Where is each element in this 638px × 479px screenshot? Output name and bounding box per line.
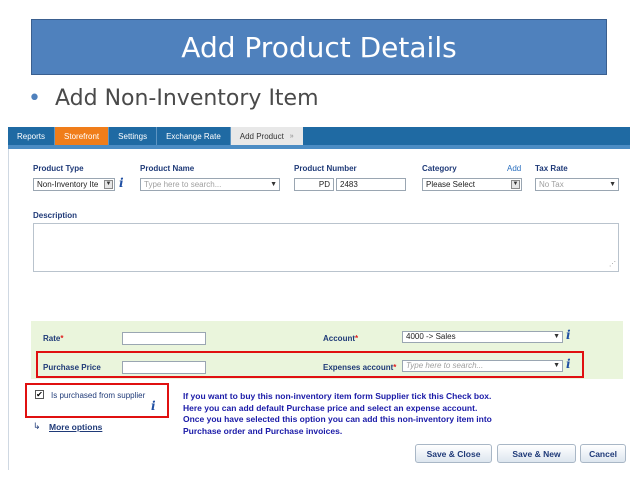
account-value: 4000 -> Sales <box>406 332 456 341</box>
tax-rate-select[interactable]: No Tax ▼ <box>535 178 619 191</box>
tab-reports[interactable]: Reports <box>8 127 56 145</box>
tab-label: Exchange Rate <box>166 131 221 141</box>
description-label: Description <box>33 211 78 220</box>
tab-close-icon[interactable]: » <box>290 133 294 140</box>
tab-settings[interactable]: Settings <box>109 127 158 145</box>
account-info-icon[interactable]: i <box>566 328 571 342</box>
bullet-text: Add Non-Inventory Item <box>54 86 319 111</box>
rate-label: Rate* <box>43 334 64 343</box>
tab-label: Storefront <box>64 131 100 141</box>
product-number-label: Product Number <box>294 164 357 173</box>
dropdown-arrow-icon[interactable]: ▼ <box>104 180 113 189</box>
tab-label: Settings <box>118 131 148 141</box>
purchase-price-label: Purchase Price <box>43 363 101 372</box>
expenses-account-input[interactable]: Type here to search... ▼ <box>402 360 563 372</box>
category-label: Category <box>422 164 457 173</box>
purchased-checkbox[interactable]: ✔ <box>35 390 44 399</box>
purchased-info-icon[interactable]: i <box>151 399 156 413</box>
product-number-prefix: PD <box>294 178 334 191</box>
tab-label: Reports <box>17 131 46 141</box>
dropdown-arrow-icon[interactable]: ▼ <box>553 361 560 371</box>
account-select[interactable]: 4000 -> Sales ▼ <box>402 331 563 343</box>
info-note: If you want to buy this non-inventory it… <box>183 391 563 437</box>
tab-exchange-rate[interactable]: Exchange Rate <box>157 127 231 145</box>
rate-input[interactable] <box>122 332 206 345</box>
add-product-form: Product Type Product Name Product Number… <box>8 149 631 470</box>
slide-bullet: • Add Non-Inventory Item <box>28 86 319 111</box>
more-options-arrow-icon: ↳ <box>33 421 41 431</box>
purchase-price-input[interactable] <box>122 361 206 374</box>
tab-label: Add Product <box>239 131 284 141</box>
product-type-label: Product Type <box>33 164 84 173</box>
dropdown-arrow-icon[interactable]: ▼ <box>511 180 520 189</box>
tab-storefront[interactable]: Storefront <box>55 127 110 145</box>
tab-bar: Reports Storefront Settings Exchange Rat… <box>8 127 630 145</box>
tax-rate-label: Tax Rate <box>535 164 568 173</box>
purchased-checkbox-label: Is purchased from supplier <box>51 391 146 400</box>
checkbox-highlight-box <box>25 383 169 418</box>
category-value: Please Select <box>426 180 475 189</box>
expenses-account-placeholder: Type here to search... <box>406 361 484 370</box>
category-select[interactable]: Please Select ▼ <box>422 178 522 191</box>
resize-grip-icon[interactable]: ⋰ <box>609 259 616 270</box>
product-type-value: Non-Inventory Ite <box>37 180 99 189</box>
expenses-info-icon[interactable]: i <box>566 357 571 371</box>
product-name-placeholder: Type here to search... <box>144 180 222 189</box>
expenses-account-label: Expenses account* <box>323 363 397 372</box>
app-screenshot: Reports Storefront Settings Exchange Rat… <box>8 127 631 470</box>
slide-title: Add Product Details <box>181 30 457 64</box>
product-name-label: Product Name <box>140 164 195 173</box>
save-new-button[interactable]: Save & New <box>497 444 576 463</box>
cancel-button[interactable]: Cancel <box>580 444 626 463</box>
more-options-link[interactable]: More options <box>49 422 102 432</box>
tax-rate-value: No Tax <box>539 180 564 189</box>
product-name-input[interactable]: Type here to search... ▼ <box>140 178 280 191</box>
slide-title-box: Add Product Details <box>31 19 607 75</box>
category-add-link[interactable]: Add <box>507 164 521 173</box>
product-number-input[interactable]: 2483 <box>336 178 406 191</box>
info-note-line: Purchase order and Purchase invoices. <box>183 425 343 436</box>
info-icon[interactable]: i <box>119 176 124 190</box>
dropdown-arrow-icon[interactable]: ▼ <box>609 179 616 190</box>
info-note-line: Here you can add default Purchase price … <box>183 402 478 413</box>
save-close-button[interactable]: Save & Close <box>415 444 492 463</box>
info-note-line: Once you have selected this option you c… <box>183 414 492 424</box>
account-label: Account* <box>323 334 359 343</box>
description-textarea[interactable]: ⋰ <box>33 223 619 272</box>
dropdown-arrow-icon[interactable]: ▼ <box>553 332 560 342</box>
info-note-line: If you want to buy this non-inventory it… <box>183 391 492 401</box>
product-type-select[interactable]: Non-Inventory Ite ▼ <box>33 178 115 191</box>
bullet-dot: • <box>28 86 41 111</box>
dropdown-arrow-icon[interactable]: ▼ <box>270 179 277 190</box>
tab-add-product[interactable]: Add Product » <box>230 127 303 145</box>
